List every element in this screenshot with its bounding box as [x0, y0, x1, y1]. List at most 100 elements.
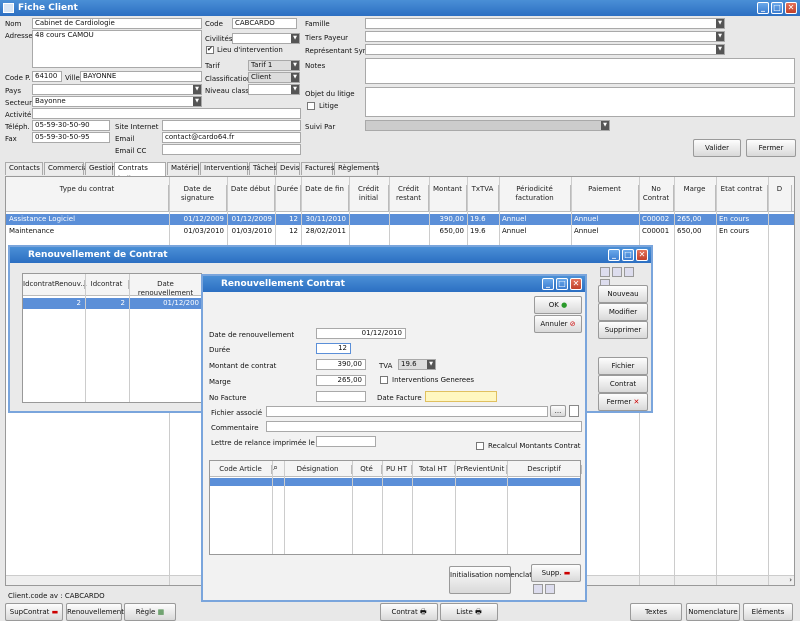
adresse-field[interactable]: 48 cours CAMOU [32, 30, 202, 68]
tiers-combo[interactable]: ▼ [365, 31, 725, 42]
supp-button[interactable]: Supp. ▬ [531, 564, 581, 582]
chevron-down-icon[interactable]: ▼ [716, 19, 724, 28]
column-header[interactable]: Total HT [412, 465, 455, 474]
column-header[interactable]: Code Article [210, 465, 272, 474]
fermer-renouv-button[interactable]: Fermer ✕ [598, 393, 648, 411]
tab-8[interactable]: Factures [301, 162, 334, 175]
textes-button[interactable]: Textes [630, 603, 682, 621]
cp-field[interactable]: 64100 [32, 71, 62, 82]
prev-record-icon[interactable] [533, 584, 543, 594]
tab-3[interactable]: Contrats indiv [114, 162, 166, 183]
column-header[interactable]: Paiement [571, 185, 639, 212]
chevron-down-icon[interactable]: ▼ [291, 85, 299, 94]
renouvellement-button[interactable]: Renouvellement [66, 603, 124, 621]
tab-0[interactable]: Contacts [5, 162, 43, 175]
rep-combo[interactable]: ▼ [365, 44, 725, 55]
contrat-print-button[interactable]: Contrat 🖶 [380, 603, 438, 621]
tab-7[interactable]: Devis [276, 162, 300, 175]
close-icon[interactable]: ✕ [636, 249, 648, 261]
lieu-checkbox[interactable] [206, 45, 214, 54]
date-field[interactable]: 01/12/2010 [316, 328, 406, 339]
search-icon[interactable]: ⌕ [273, 463, 278, 473]
column-header[interactable]: Périodicité facturation [499, 185, 571, 212]
code-field[interactable]: CABCARDO [232, 18, 297, 29]
lettre-field[interactable] [316, 436, 376, 447]
column-header[interactable]: Date début [227, 185, 275, 212]
scroll-right-icon[interactable]: › [789, 576, 792, 584]
column-header[interactable]: Date de fin [301, 185, 349, 212]
site-field[interactable] [162, 120, 301, 131]
famille-combo[interactable]: ▼ [365, 18, 725, 29]
classification-combo[interactable]: Client ▼ [248, 72, 300, 83]
tab-4[interactable]: Matériel [167, 162, 199, 175]
column-header[interactable]: Marge [674, 185, 716, 212]
column-header[interactable]: Durée [275, 185, 301, 212]
column-header[interactable]: TxTVA [467, 185, 499, 212]
column-header[interactable]: PU HT [382, 465, 412, 474]
pays-combo[interactable]: ▼ [32, 84, 202, 95]
tva-combo[interactable]: 19.6 ▼ [398, 359, 436, 370]
duree-field[interactable]: 12 [316, 343, 351, 354]
nomenclature-button[interactable]: Nomenclature [686, 603, 740, 621]
elements-button[interactable]: Eléments [743, 603, 793, 621]
close-icon[interactable]: ✕ [570, 278, 582, 290]
chevron-down-icon[interactable]: ▼ [291, 73, 299, 82]
liste-print-button[interactable]: Liste 🖶 [440, 603, 498, 621]
secteur-combo[interactable]: Bayonne ▼ [32, 96, 202, 107]
column-header[interactable]: Crédit restant [389, 185, 429, 212]
marge-field[interactable]: 265,00 [316, 375, 366, 386]
litige-checkbox[interactable] [307, 102, 315, 110]
column-header[interactable]: Date de signature [169, 185, 227, 212]
renouv-col-header[interactable]: IdcontratRenouv... [23, 280, 87, 289]
column-header[interactable]: Etat contrat [716, 185, 768, 212]
table-row[interactable]: 2 2 01/12/200 [23, 298, 201, 309]
next-record-icon[interactable] [545, 584, 556, 594]
column-header[interactable]: No Contrat [639, 185, 674, 212]
chevron-down-icon[interactable]: ▼ [427, 360, 435, 369]
column-header[interactable]: PrRevientUnit [455, 465, 507, 474]
email-field[interactable]: contact@cardo64.fr [162, 132, 301, 143]
tab-5[interactable]: Interventions [200, 162, 250, 175]
nofacture-field[interactable] [316, 391, 366, 402]
column-header[interactable]: Type du contrat [6, 185, 169, 212]
document-icon[interactable] [569, 405, 579, 417]
fichier-field[interactable] [266, 406, 548, 417]
valider-button[interactable]: Valider [693, 139, 741, 157]
fichier-button[interactable]: Fichier [598, 357, 648, 375]
chevron-down-icon[interactable]: ▼ [193, 85, 201, 94]
comment-field[interactable] [266, 421, 582, 432]
maximize-icon[interactable]: □ [556, 278, 568, 290]
table-row[interactable]: Maintenance 01/03/2010 01/03/2010 12 28/02/2… [6, 226, 794, 237]
minimize-icon[interactable]: _ [542, 278, 554, 290]
maximize-icon[interactable]: □ [622, 249, 634, 261]
activite-field[interactable] [32, 108, 301, 119]
nom-field[interactable]: Cabinet de Cardiologie [32, 18, 202, 29]
fermer-button[interactable]: Fermer [746, 139, 796, 157]
ok-button[interactable]: OK ● [534, 296, 582, 314]
renouv-col-header[interactable]: Idcontrat [85, 280, 129, 289]
tel-field[interactable]: 05-59-30-50-90 [32, 120, 110, 131]
tab-1[interactable]: Commercial [44, 162, 90, 175]
civilites-combo[interactable]: ▼ [232, 33, 300, 44]
renouv-grid[interactable]: IdcontratRenouv... Idcontrat Date renouv… [22, 273, 203, 403]
datefacture-field[interactable] [425, 391, 497, 402]
chevron-down-icon[interactable]: ▼ [291, 34, 299, 43]
column-header[interactable]: Crédit initial [349, 185, 389, 212]
column-header[interactable]: Descriptif [507, 465, 582, 474]
close-icon[interactable]: ✕ [785, 2, 797, 14]
next-record-icon[interactable] [624, 267, 635, 277]
table-row[interactable]: Assistance Logiciel 01/12/2009 01/12/2009 1… [6, 214, 794, 225]
tab-6[interactable]: Tâches [249, 162, 277, 175]
supprimer-button[interactable]: Supprimer [598, 321, 648, 339]
minimize-icon[interactable]: _ [608, 249, 620, 261]
prev-record-icon[interactable] [612, 267, 623, 277]
chevron-down-icon[interactable]: ▼ [193, 97, 201, 106]
supcontrat-button[interactable]: SupContrat ▬ [5, 603, 63, 621]
tarif-combo[interactable]: Tarif 1 ▼ [248, 60, 300, 71]
annuler-button[interactable]: Annuler ⊘ [534, 315, 582, 333]
regle-button[interactable]: Règle ▦ [124, 603, 176, 621]
contrat-button[interactable]: Contrat [598, 375, 648, 393]
column-header[interactable]: Montant [429, 185, 467, 212]
modifier-button[interactable]: Modifier [598, 303, 648, 321]
column-header[interactable]: Qté [352, 465, 382, 474]
